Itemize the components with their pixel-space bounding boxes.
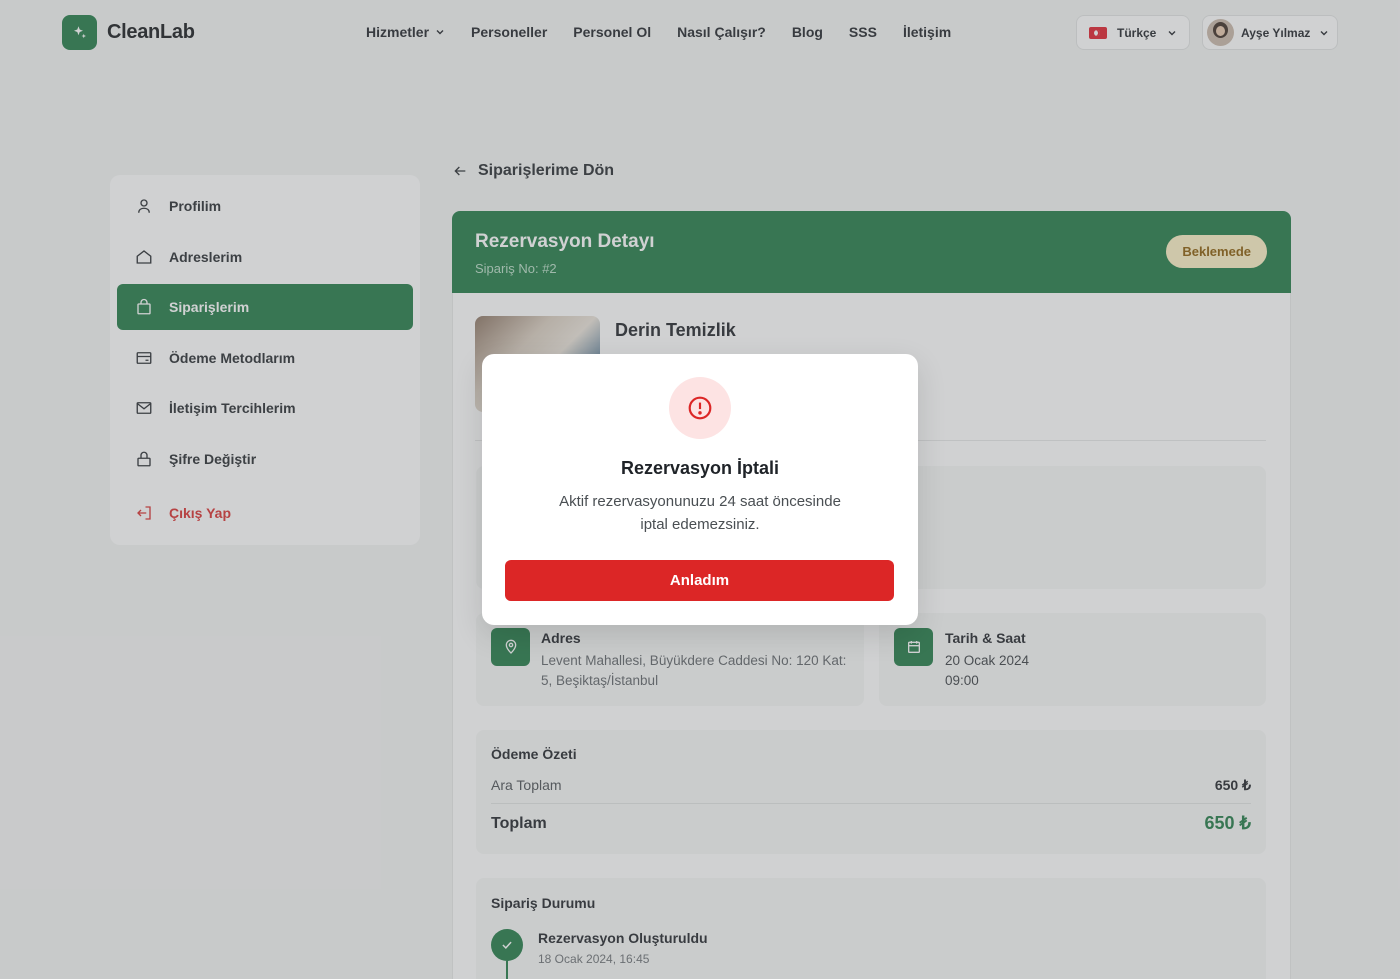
- cancel-reservation-modal: Rezervasyon İptali Aktif rezervasyonunuz…: [482, 354, 918, 625]
- alert-circle-icon: [669, 377, 731, 439]
- modal-title: Rezervasyon İptali: [620, 458, 780, 478]
- modal-message-line-1: Aktif rezervasyonunuzu 24 saat öncesinde: [559, 493, 841, 510]
- modal-message: Aktif rezervasyonunuzu 24 saat öncesinde…: [542, 490, 858, 536]
- modal-message-line-2: iptal edemezsiniz.: [640, 516, 760, 533]
- acknowledge-button[interactable]: Anladım: [505, 560, 894, 601]
